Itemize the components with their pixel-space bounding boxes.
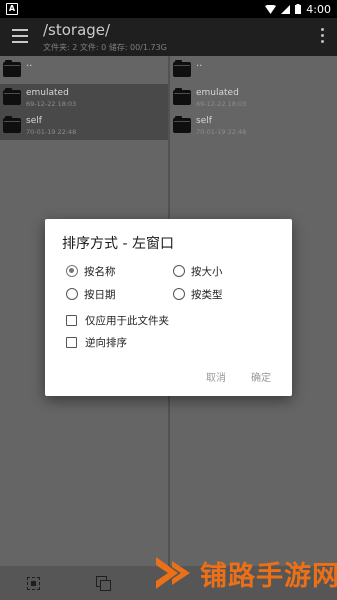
sort-by-type-option[interactable]: 按类型: [173, 286, 223, 302]
reverse-sort-checkbox[interactable]: 逆向排序: [66, 334, 127, 350]
radio-button[interactable]: [173, 288, 185, 300]
notification-icon: A: [6, 3, 18, 15]
radio-button[interactable]: [173, 265, 185, 277]
sort-by-size-option[interactable]: 按大小: [173, 263, 223, 279]
sort-dialog: 排序方式 - 左窗口 按名称 按大小 按日期 按类型 仅应用于此文件夹 逆向排序…: [45, 219, 292, 396]
checkbox-label: 逆向排序: [85, 336, 127, 349]
status-bar: A 4:00: [0, 0, 337, 18]
battery-icon: [295, 4, 302, 14]
clock: 4:00: [306, 2, 331, 16]
dialog-title: 排序方式 - 左窗口: [62, 236, 174, 252]
checkbox[interactable]: [66, 314, 77, 326]
wifi-icon: [265, 4, 277, 14]
cancel-button[interactable]: 取消: [206, 369, 226, 384]
sort-by-date-option[interactable]: 按日期: [66, 286, 116, 302]
signal-icon: [281, 4, 291, 14]
option-label: 按名称: [84, 265, 116, 278]
option-label: 按类型: [191, 288, 223, 301]
sort-by-name-option[interactable]: 按名称: [66, 263, 116, 279]
option-label: 按日期: [84, 288, 116, 301]
radio-button-checked[interactable]: [66, 265, 78, 277]
checkbox[interactable]: [66, 336, 77, 348]
ok-button[interactable]: 确定: [251, 369, 271, 384]
radio-button[interactable]: [66, 288, 78, 300]
checkbox-label: 仅应用于此文件夹: [85, 314, 169, 327]
apply-this-folder-checkbox[interactable]: 仅应用于此文件夹: [66, 312, 169, 328]
option-label: 按大小: [191, 265, 223, 278]
